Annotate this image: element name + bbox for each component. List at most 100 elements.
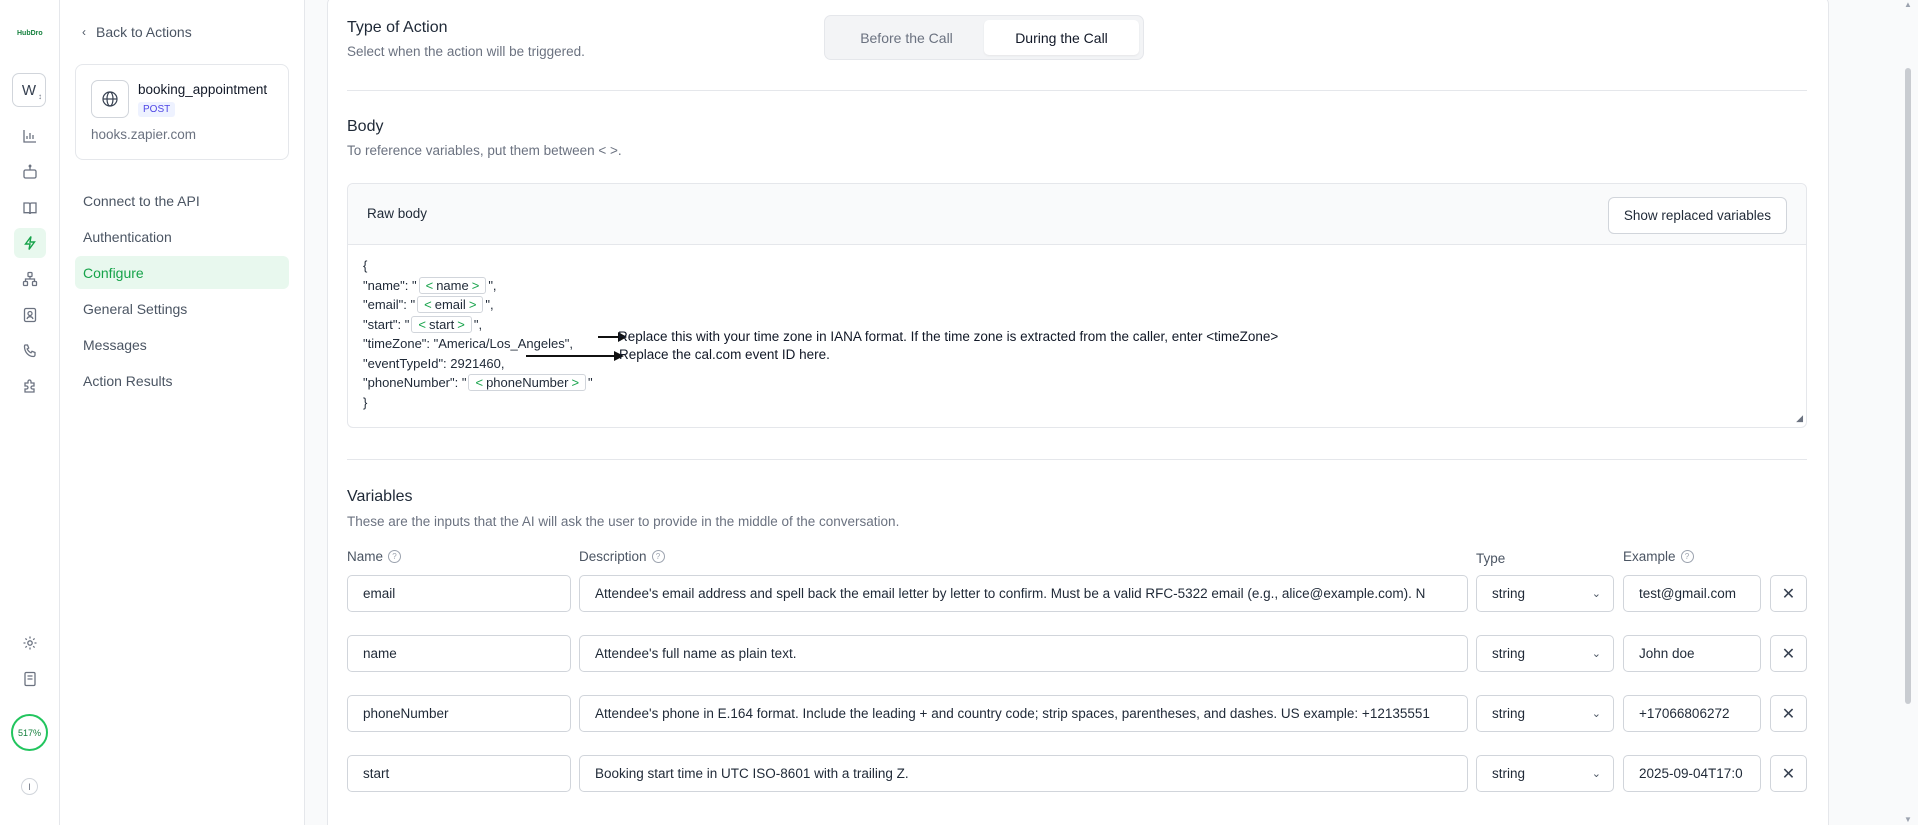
code-line: "phoneNumber": " < phoneNumber > " xyxy=(363,373,593,393)
app-logo[interactable]: HubDro xyxy=(17,30,43,37)
scrollbar-thumb[interactable] xyxy=(1905,68,1911,704)
section-divider xyxy=(347,459,1807,460)
close-bracket: > xyxy=(471,277,480,293)
remove-variable-button[interactable]: ✕ xyxy=(1770,575,1807,612)
variable-name-input[interactable]: phoneNumber xyxy=(347,695,571,732)
bar-chart-icon xyxy=(23,130,36,143)
type-value: string xyxy=(1492,766,1526,781)
action-nav: Connect to the API Authentication Config… xyxy=(75,184,289,400)
workflows-nav[interactable] xyxy=(14,264,46,294)
help-icon[interactable]: ? xyxy=(651,550,665,563)
book-icon xyxy=(23,202,37,215)
body-subtitle: To reference variables, put them between… xyxy=(347,143,622,158)
panel-inner: Type of Action Select when the action wi… xyxy=(347,0,1807,825)
analytics-nav[interactable] xyxy=(14,121,46,151)
code-text: ", xyxy=(488,277,497,293)
knowledge-nav[interactable] xyxy=(14,193,46,223)
usage-meter[interactable]: 517% xyxy=(11,714,48,751)
variable-chip[interactable]: < start > xyxy=(411,315,472,333)
variable-type-select[interactable]: string ⌄ xyxy=(1476,575,1614,612)
variable-chip[interactable]: < name > xyxy=(418,276,487,294)
variable-description-input[interactable]: Attendee's phone in E.164 format. Includ… xyxy=(579,695,1468,732)
show-replaced-variables-button[interactable]: Show replaced variables xyxy=(1607,197,1787,234)
configure-panel: Type of Action Select when the action wi… xyxy=(327,0,1829,825)
variables-subtitle: These are the inputs that the AI will as… xyxy=(347,514,900,529)
code-text: "timeZone": "America/Los_Angeles", xyxy=(363,336,573,352)
during-call-option[interactable]: During the Call xyxy=(984,20,1139,55)
close-icon: ✕ xyxy=(1781,765,1796,783)
chevron-down-icon: ⌄ xyxy=(1591,708,1601,720)
remove-variable-button[interactable]: ✕ xyxy=(1770,695,1807,732)
code-text: "phoneNumber": " xyxy=(363,375,467,391)
before-call-option[interactable]: Before the Call xyxy=(829,20,984,55)
code-text: " xyxy=(588,375,593,391)
code-line: "start": " < start > ", xyxy=(363,315,593,335)
trigger-toggle: Before the Call During the Call xyxy=(824,15,1144,60)
calls-nav[interactable] xyxy=(14,336,46,366)
close-icon: ✕ xyxy=(1781,705,1796,723)
icon-rail: HubDro W ↕ 517% I xyxy=(0,0,60,825)
column-label: Example xyxy=(1623,549,1676,564)
globe-icon xyxy=(91,80,129,118)
settings-nav[interactable] xyxy=(14,628,46,658)
chevron-updown-icon: ↕ xyxy=(38,92,42,101)
action-name: booking_appointment xyxy=(138,82,268,97)
close-icon: ✕ xyxy=(1781,645,1796,663)
variable-description-input[interactable]: Attendee's email address and spell back … xyxy=(579,575,1468,612)
column-label: Name xyxy=(347,549,384,564)
nav-configure[interactable]: Configure xyxy=(75,256,289,289)
name-column-header: Name? xyxy=(347,549,402,564)
http-method-badge: POST xyxy=(138,102,176,117)
variable-name-input[interactable]: name xyxy=(347,635,571,672)
variable-name-input[interactable]: start xyxy=(347,755,571,792)
robot-icon xyxy=(23,164,37,179)
chevron-left-icon: ‹ xyxy=(82,25,86,39)
back-to-actions-link[interactable]: ‹ Back to Actions xyxy=(82,24,192,40)
type-value: string xyxy=(1492,586,1526,601)
workflow-icon xyxy=(22,271,38,287)
nav-general-settings[interactable]: General Settings xyxy=(75,292,289,325)
resize-handle[interactable]: ◢ xyxy=(1796,413,1803,424)
remove-variable-button[interactable]: ✕ xyxy=(1770,635,1807,672)
close-bracket: > xyxy=(571,375,580,391)
code-text: "name": " xyxy=(363,277,417,293)
raw-body-code[interactable]: { "name": " < name > ", "email": " < email > ", … xyxy=(363,256,593,412)
variable-description-input[interactable]: Attendee's full name as plain text. xyxy=(579,635,1468,672)
back-label: Back to Actions xyxy=(96,24,192,40)
variable-example-input[interactable]: John doe xyxy=(1623,635,1761,672)
agents-nav[interactable] xyxy=(14,157,46,187)
variable-example-input[interactable]: 2025-09-04T17:0 xyxy=(1623,755,1761,792)
actions-nav[interactable] xyxy=(14,228,46,258)
column-label: Type xyxy=(1476,551,1506,566)
raw-body-editor: Raw body Show replaced variables { "name… xyxy=(347,183,1807,428)
integrations-nav[interactable] xyxy=(14,371,46,401)
variable-example-input[interactable]: test@gmail.com xyxy=(1623,575,1761,612)
chevron-down-icon: ⌄ xyxy=(1591,588,1601,600)
close-bracket: > xyxy=(468,297,477,313)
variable-name-input[interactable]: email xyxy=(347,575,571,612)
workspace-switcher[interactable]: W ↕ xyxy=(12,73,46,107)
help-icon[interactable]: ? xyxy=(388,550,402,563)
help-icon[interactable]: I xyxy=(21,778,38,795)
nav-action-results[interactable]: Action Results xyxy=(75,364,289,397)
type-of-action-title: Type of Action xyxy=(347,19,448,36)
variable-chip[interactable]: < email > xyxy=(417,296,484,314)
code-text: } xyxy=(363,394,368,410)
contacts-nav[interactable] xyxy=(14,300,46,330)
variable-type-select[interactable]: string ⌄ xyxy=(1476,635,1614,672)
scroll-up-icon[interactable]: ▲ xyxy=(1904,0,1912,9)
nav-authentication[interactable]: Authentication xyxy=(75,220,289,253)
variable-type-select[interactable]: string ⌄ xyxy=(1476,755,1614,792)
remove-variable-button[interactable]: ✕ xyxy=(1770,755,1807,792)
variable-description-input[interactable]: Booking start time in UTC ISO-8601 with … xyxy=(579,755,1468,792)
help-icon[interactable]: ? xyxy=(1680,550,1694,563)
nav-messages[interactable]: Messages xyxy=(75,328,289,361)
open-bracket: < xyxy=(418,316,426,332)
main-scrollbar[interactable]: ▲ ▼ xyxy=(1900,0,1918,825)
variable-chip[interactable]: < phoneNumber > xyxy=(468,374,587,392)
docs-nav[interactable] xyxy=(14,664,46,694)
nav-connect-api[interactable]: Connect to the API xyxy=(75,184,289,217)
scroll-down-icon[interactable]: ▼ xyxy=(1904,815,1912,824)
variable-type-select[interactable]: string ⌄ xyxy=(1476,695,1614,732)
variable-example-input[interactable]: +17066806272 xyxy=(1623,695,1761,732)
